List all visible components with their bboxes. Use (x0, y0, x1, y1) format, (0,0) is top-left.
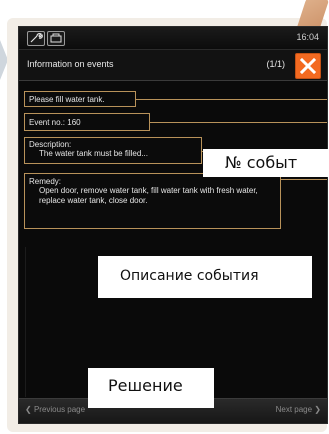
description-text: The water tank must be filled... (39, 149, 148, 158)
remedy-connector (281, 179, 327, 180)
scroll-track (25, 247, 26, 397)
tray-icon[interactable] (47, 31, 65, 46)
event-description-callout: Описание события (98, 256, 312, 298)
message-field: Please fill water tank. (24, 91, 136, 107)
next-page-button[interactable]: Next page ❯ (276, 405, 321, 414)
event-description-callout-text: Описание события (120, 268, 259, 284)
event-number-field: Event no.: 160 (24, 113, 150, 131)
previous-page-label: Previous page (33, 405, 86, 414)
status-bar: 16:04 (19, 27, 327, 50)
title-bar: Information on events (1/1) (19, 50, 327, 81)
description-field: Description: The water tank must be fill… (24, 137, 202, 164)
remedy-callout: Решение (88, 368, 214, 408)
remedy-text: Open door, remove water tank, fill water… (39, 186, 258, 205)
description-label: Description: (29, 140, 72, 149)
wrench-icon[interactable] (27, 31, 45, 46)
previous-page-button[interactable]: ❮ Previous page (25, 405, 85, 414)
chevron-left-icon: ❮ (25, 405, 32, 414)
close-button[interactable] (295, 53, 321, 79)
message-text: Please fill water tank. (29, 95, 105, 104)
close-icon (300, 58, 316, 74)
event-number-text: Event no.: 160 (29, 118, 81, 127)
event-number-callout-text: № событ (225, 153, 298, 172)
clock: 16:04 (296, 32, 319, 42)
remedy-callout-text: Решение (108, 376, 183, 395)
figure: 16:04 Information on events (1/1) Please… (0, 0, 329, 434)
message-connector (136, 99, 327, 100)
event-number-callout: № событ (203, 149, 329, 177)
page-title: Information on events (27, 59, 114, 69)
remedy-label: Remedy: (29, 177, 62, 186)
remedy-field: Remedy: Open door, remove water tank, fi… (24, 173, 281, 229)
chevron-right-icon: ❯ (314, 405, 321, 414)
page-counter: (1/1) (266, 59, 285, 69)
next-page-label: Next page (275, 405, 313, 414)
event-info-screen: 16:04 Information on events (1/1) Please… (18, 26, 328, 424)
event-number-connector (150, 122, 327, 123)
